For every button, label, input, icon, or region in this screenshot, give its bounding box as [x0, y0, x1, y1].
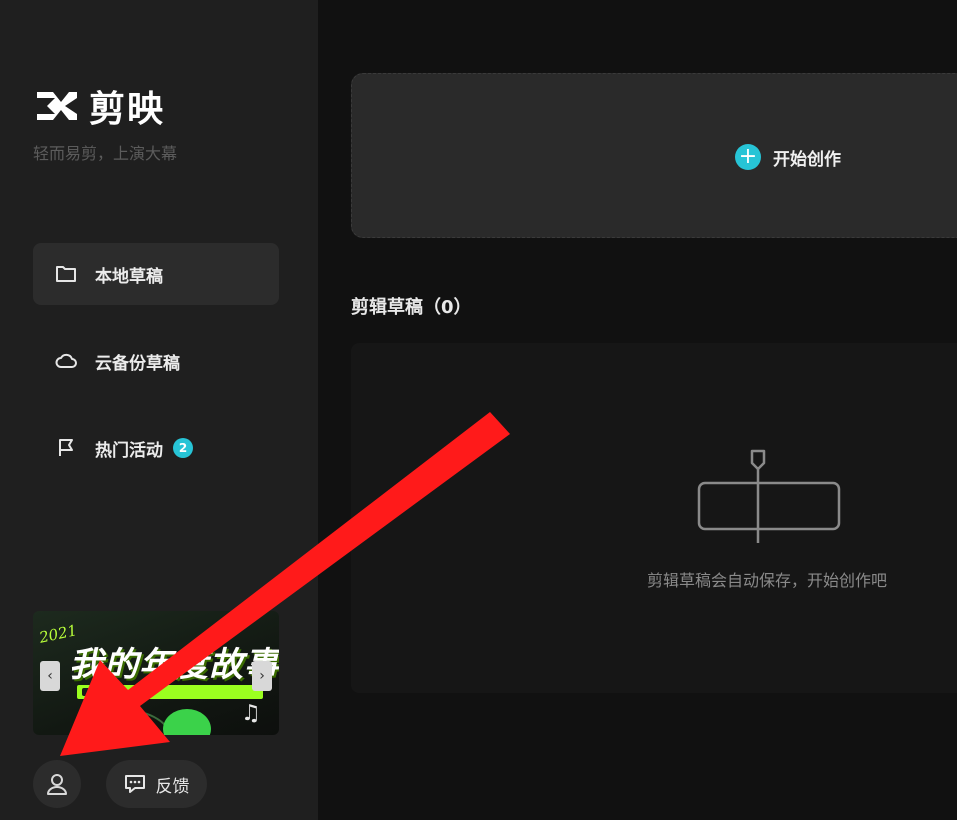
feedback-button[interactable]: 反馈 — [106, 760, 207, 808]
banner-decoration — [77, 685, 263, 699]
brand-name: 剪映 — [89, 89, 166, 130]
banner-next-button[interactable]: › — [252, 661, 272, 691]
feedback-label: 反馈 — [155, 776, 190, 797]
music-note-icon: ♫ — [241, 701, 261, 726]
empty-timeline-icon — [697, 449, 841, 543]
plus-icon: + — [735, 144, 761, 170]
sidebar-item-label: 云备份草稿 — [95, 353, 180, 374]
drafts-empty-panel: 剪辑草稿会自动保存，开始创作吧 — [351, 343, 957, 693]
brand-slogan: 轻而易剪，上演大幕 — [33, 144, 178, 163]
banner-decoration — [163, 709, 211, 735]
drafts-section-title: 剪辑草稿（0） — [351, 297, 472, 318]
start-creation-card[interactable]: + 开始创作 — [351, 73, 957, 238]
notification-badge: 2 — [173, 438, 193, 458]
start-creation-button[interactable]: + 开始创作 — [735, 144, 841, 170]
promo-banner[interactable]: 2021 我的年度故事 ♫ ‹ › — [33, 611, 279, 735]
banner-decoration — [82, 688, 90, 696]
user-avatar-button[interactable] — [33, 760, 81, 808]
folder-icon — [55, 263, 77, 285]
app-window: 剪映 轻而易剪，上演大幕 本地草稿 云备份草稿 热门活动 2 2021 我的年度… — [0, 0, 957, 820]
sidebar-item-hot-events[interactable]: 热门活动 2 — [33, 417, 279, 479]
sidebar-item-label: 本地草稿 — [95, 266, 163, 287]
cloud-icon — [55, 350, 77, 372]
start-creation-label: 开始创作 — [773, 149, 841, 170]
flag-icon — [55, 437, 77, 459]
capcut-logo-icon — [37, 92, 77, 120]
sidebar-item-label: 热门活动 — [95, 440, 163, 461]
banner-prev-button[interactable]: ‹ — [40, 661, 60, 691]
sidebar-item-cloud-drafts[interactable]: 云备份草稿 — [33, 330, 279, 392]
banner-decoration — [73, 709, 173, 735]
sidebar-item-local-drafts[interactable]: 本地草稿 — [33, 243, 279, 305]
user-icon — [47, 774, 67, 795]
sidebar: 剪映 轻而易剪，上演大幕 本地草稿 云备份草稿 热门活动 2 2021 我的年度… — [0, 0, 318, 820]
brand-logo: 剪映 — [33, 80, 165, 132]
empty-state-text: 剪辑草稿会自动保存，开始创作吧 — [647, 571, 888, 590]
banner-title: 我的年度故事 — [69, 645, 279, 685]
chat-bubble-icon — [124, 774, 146, 794]
